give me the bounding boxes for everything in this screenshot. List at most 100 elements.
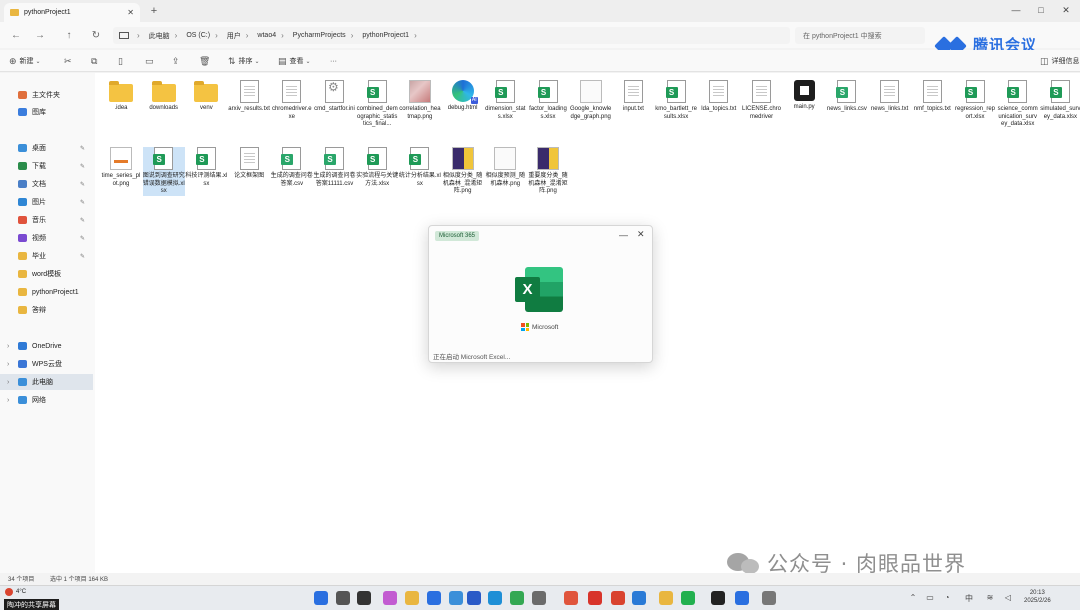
breadcrumb-users[interactable]: 用户 [227, 31, 241, 41]
file-item[interactable]: Google_knowledge_graph.png [570, 80, 612, 121]
copy-button[interactable]: ⧉ [91, 55, 100, 67]
view-button[interactable]: ▤ 查看 ⌄ [278, 55, 314, 67]
file-item[interactable]: venv [185, 80, 227, 113]
file-item[interactable]: regression_report.xlsx [954, 80, 996, 121]
file-item[interactable]: nmf_topics.txt [911, 80, 953, 114]
file-item[interactable]: news_links.txt [869, 80, 911, 114]
battery-icon[interactable]: ▭ [925, 593, 935, 603]
sidebar-item-network[interactable]: › 网络 [0, 392, 93, 408]
volume-icon[interactable]: ◁ [1003, 593, 1013, 603]
chevron-up-icon[interactable]: ⌃ [908, 593, 918, 603]
file-item[interactable]: 图说到调查研究错误数据模拟.xlsx [142, 147, 185, 196]
sidebar-item-gallery[interactable]: 图库 [0, 104, 93, 120]
app-icon[interactable] [762, 591, 776, 605]
dialog-close-button[interactable]: ✕ [637, 229, 645, 240]
file-item[interactable]: 统计分析结果.xlsx [399, 147, 441, 188]
sidebar-item-videos[interactable]: 视频 ✎ [0, 230, 93, 246]
cut-button[interactable]: ✂ [64, 55, 75, 67]
details-button[interactable]: ◫ 详细信息 [1040, 55, 1080, 67]
chevron-right-icon[interactable]: › [7, 397, 9, 404]
file-explorer-icon[interactable] [405, 591, 419, 605]
file-item[interactable]: 相似度预测_随机森林.png [484, 147, 526, 188]
weather-widget[interactable]: 4°C [5, 588, 26, 596]
wifi-icon[interactable]: ≋ [985, 593, 995, 603]
file-item[interactable]: chromedriver.exe [271, 80, 313, 121]
file-item[interactable]: time_series_plot.png [100, 147, 142, 188]
file-item[interactable]: arxiv_results.txt [228, 80, 270, 114]
file-item[interactable]: news_links.csv [826, 80, 868, 114]
input-method-icon[interactable]: 中 [964, 593, 974, 603]
file-item[interactable]: science_communication_survey_data.xlsx [997, 80, 1039, 129]
more-button[interactable]: ··· [330, 55, 337, 67]
breadcrumb-pycharmprojects[interactable]: PycharmProjects [293, 32, 346, 39]
settings-icon[interactable] [532, 591, 546, 605]
pycharm-icon[interactable] [681, 591, 695, 605]
dialog-minimize-button[interactable]: — [619, 230, 628, 240]
file-item[interactable]: lda_topics.txt [698, 80, 740, 114]
search-input[interactable]: 在 pythonProject1 中搜索 [795, 27, 925, 44]
sidebar-item-music[interactable]: 音乐 ✎ [0, 212, 93, 228]
back-arrow-icon[interactable]: ← [9, 28, 23, 42]
close-window-button[interactable]: ✕ [1054, 3, 1078, 17]
file-item[interactable]: simulated_survey_data.xlsx [1039, 80, 1080, 121]
network-icon[interactable]: ◔ [942, 593, 952, 603]
address-field[interactable]: › 此电脑 › OS (C:) › 用户 › wtao4 › PycharmPr… [113, 27, 790, 44]
delete-button[interactable]: 🗑 [199, 55, 213, 67]
copilot-icon[interactable] [383, 591, 397, 605]
file-item[interactable]: 生成的调查问卷答案.csv [271, 147, 313, 188]
chevron-right-icon[interactable]: › [7, 379, 9, 386]
store-icon[interactable] [467, 591, 481, 605]
music-icon[interactable] [564, 591, 578, 605]
close-tab-icon[interactable]: ✕ [127, 8, 134, 17]
task-view-icon[interactable] [357, 591, 371, 605]
sidebar-item-defense[interactable]: 答辩 [0, 302, 93, 318]
sort-button[interactable]: ⇅ 排序 ⌄ [228, 55, 263, 67]
sidebar-item-pythonproject1[interactable]: pythonProject1 [0, 284, 93, 300]
share-button[interactable]: ⇪ [172, 55, 183, 67]
sidebar-item-graduation[interactable]: 毕业 ✎ [0, 248, 93, 264]
chevron-right-icon[interactable]: › [7, 343, 9, 350]
file-item[interactable]: LICENSE.chromedriver [741, 80, 783, 121]
sidebar-item-onedrive[interactable]: › OneDrive [0, 338, 93, 354]
file-item[interactable]: 相似度分类_随机森林_混淆矩阵.png [442, 147, 484, 196]
breadcrumb-os-c[interactable]: OS (C:) [186, 32, 210, 39]
rename-button[interactable]: ▭ [145, 55, 157, 67]
wps-icon[interactable] [611, 591, 625, 605]
terminal-icon[interactable] [711, 591, 725, 605]
search-icon[interactable] [336, 591, 350, 605]
clock[interactable]: 20:13 2025/2/26 [1024, 589, 1051, 605]
file-item[interactable]: combined_demographic_statistics_final... [356, 80, 398, 129]
breadcrumb-wtao4[interactable]: wtao4 [257, 32, 276, 39]
vscode-icon[interactable] [632, 591, 646, 605]
breadcrumb-pythonproject1[interactable]: pythonProject1 [362, 32, 409, 39]
sidebar-item-documents[interactable]: 文档 ✎ [0, 176, 93, 192]
file-item[interactable]: .idea [100, 80, 142, 113]
start-icon[interactable] [314, 591, 328, 605]
folder-icon[interactable] [659, 591, 673, 605]
file-item[interactable]: cmd_startfor.ini [314, 80, 356, 114]
forward-arrow-icon[interactable]: → [33, 28, 47, 42]
file-item[interactable]: 实验流程与关键方法.xlsx [356, 147, 398, 188]
sidebar-item-pictures[interactable]: 图片 ✎ [0, 194, 93, 210]
refresh-icon[interactable]: ↻ [89, 28, 103, 42]
file-item[interactable]: downloads [143, 80, 185, 113]
breadcrumb-this-pc[interactable]: 此电脑 [149, 31, 170, 41]
sidebar-item-downloads[interactable]: 下载 ✎ [0, 158, 93, 174]
file-item[interactable]: 生成的调查问卷答案11111.csv [314, 147, 356, 188]
up-arrow-icon[interactable]: ↑ [62, 28, 76, 42]
tab-pythonproject1[interactable]: pythonProject1 ✕ [4, 3, 140, 22]
chrome-icon[interactable] [510, 591, 524, 605]
edge-icon[interactable] [488, 591, 502, 605]
sidebar-item-home[interactable]: 主文件夹 [0, 87, 93, 103]
meeting-icon[interactable] [735, 591, 749, 605]
photos-icon[interactable] [449, 591, 463, 605]
file-item[interactable]: kmo_bartlett_results.xlsx [655, 80, 697, 121]
sidebar-item-word-templates[interactable]: word模板 [0, 266, 93, 282]
file-item[interactable]: correlation_heatmap.png [399, 80, 441, 121]
new-tab-button[interactable]: + [147, 4, 161, 18]
maximize-button[interactable]: □ [1029, 3, 1053, 17]
minimize-button[interactable]: — [1004, 3, 1028, 17]
new-button[interactable]: ⊕ 新建 ⌄ [9, 55, 44, 67]
chevron-right-icon[interactable]: › [7, 361, 9, 368]
file-item[interactable]: 科技评测结果.xlsx [185, 147, 227, 188]
